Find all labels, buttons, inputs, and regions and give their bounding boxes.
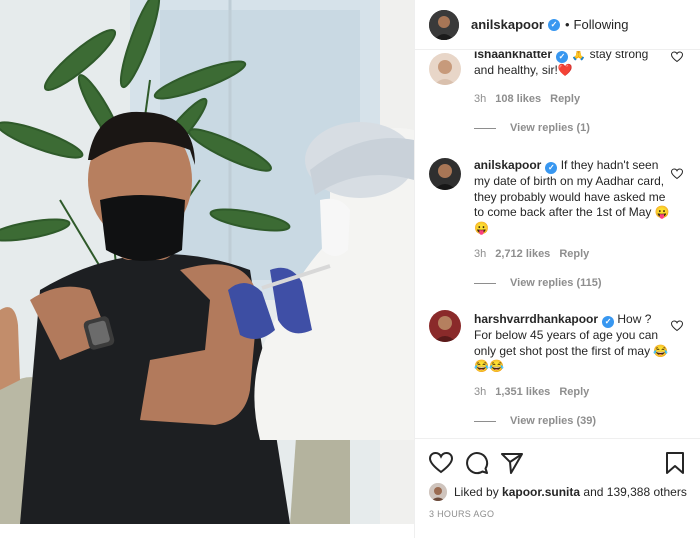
header-separator: • <box>564 17 570 32</box>
view-replies-label: View replies (1) <box>510 122 590 134</box>
liker-avatar[interactable] <box>429 483 447 501</box>
liked-by-prefix: Liked by <box>454 485 499 499</box>
post-header: anilskapoor ✓ • Following <box>415 0 700 50</box>
view-replies-label: View replies (115) <box>510 277 602 289</box>
author-username[interactable]: anilskapoor <box>471 17 544 32</box>
comment-meta: 3h 2,712 likes Reply <box>474 248 589 260</box>
commenter-avatar[interactable] <box>429 158 461 190</box>
follow-status-button[interactable]: Following <box>574 17 629 32</box>
liker-username[interactable]: kapoor.sunita <box>502 485 580 499</box>
comment-heart-icon[interactable] <box>671 168 683 180</box>
reply-button[interactable]: Reply <box>550 93 580 105</box>
likes-count-link[interactable]: and 139,388 others <box>583 485 686 499</box>
replies-divider <box>474 127 496 129</box>
comment-heart-icon[interactable] <box>671 51 683 63</box>
reply-button[interactable]: Reply <box>559 248 589 260</box>
view-replies-label: View replies (39) <box>510 415 597 427</box>
photo-bottom-strip <box>0 524 414 538</box>
reply-button[interactable]: Reply <box>559 386 589 398</box>
comment-likes[interactable]: 1,351 likes <box>495 386 550 398</box>
author-avatar[interactable] <box>429 9 459 40</box>
replies-divider <box>474 420 496 422</box>
comments-list[interactable]: ishaankhatter ✓ 🙏 stay strong and healthy… <box>415 51 700 438</box>
commenter-avatar[interactable] <box>429 310 461 342</box>
comment-text: anilskapoor ✓ If they hadn't seen my date… <box>474 158 670 236</box>
commenter-avatar[interactable] <box>429 53 461 85</box>
post-photo-illustration <box>0 0 414 524</box>
likes-summary: Liked by kapoor.sunita and 139,388 other… <box>429 483 687 501</box>
view-replies-button[interactable]: View replies (115) <box>474 277 602 289</box>
comment-likes[interactable]: 2,712 likes <box>495 248 550 260</box>
comment-time: 3h <box>474 93 487 105</box>
view-replies-button[interactable]: View replies (1) <box>474 122 590 134</box>
comment-username[interactable]: harshvarrdhankapoor <box>474 312 598 326</box>
replies-divider <box>474 282 496 284</box>
comment-icon[interactable] <box>465 451 489 475</box>
comment-username[interactable]: anilskapoor <box>474 158 541 172</box>
post-image <box>0 0 414 524</box>
bookmark-icon[interactable] <box>663 451 687 475</box>
post-timestamp[interactable]: 3 HOURS AGO <box>429 509 494 519</box>
comment-username[interactable]: ishaankhatter <box>474 51 552 61</box>
comment-likes[interactable]: 108 likes <box>495 93 541 105</box>
verified-badge-icon: ✓ <box>556 51 569 63</box>
verified-badge-icon: ✓ <box>602 316 615 328</box>
comment-text: ishaankhatter ✓ 🙏 stay strong and healthy… <box>474 51 670 79</box>
comment-time: 3h <box>474 386 487 398</box>
comment-heart-icon[interactable] <box>671 320 683 332</box>
post-actions: Liked by kapoor.sunita and 139,388 other… <box>415 438 700 538</box>
comment-meta: 3h 1,351 likes Reply <box>474 386 589 398</box>
comment-text: harshvarrdhankapoor ✓ How ? For below 45 … <box>474 312 670 375</box>
post-details-panel: anilskapoor ✓ • Following ishaankhatter ✓… <box>414 0 700 538</box>
verified-badge-icon: ✓ <box>547 18 560 31</box>
share-icon[interactable] <box>500 451 524 475</box>
comment-meta: 3h 108 likes Reply <box>474 93 580 105</box>
comment-time: 3h <box>474 248 487 260</box>
heart-icon[interactable] <box>429 451 453 475</box>
verified-badge-icon: ✓ <box>545 162 558 174</box>
view-replies-button[interactable]: View replies (39) <box>474 415 596 427</box>
